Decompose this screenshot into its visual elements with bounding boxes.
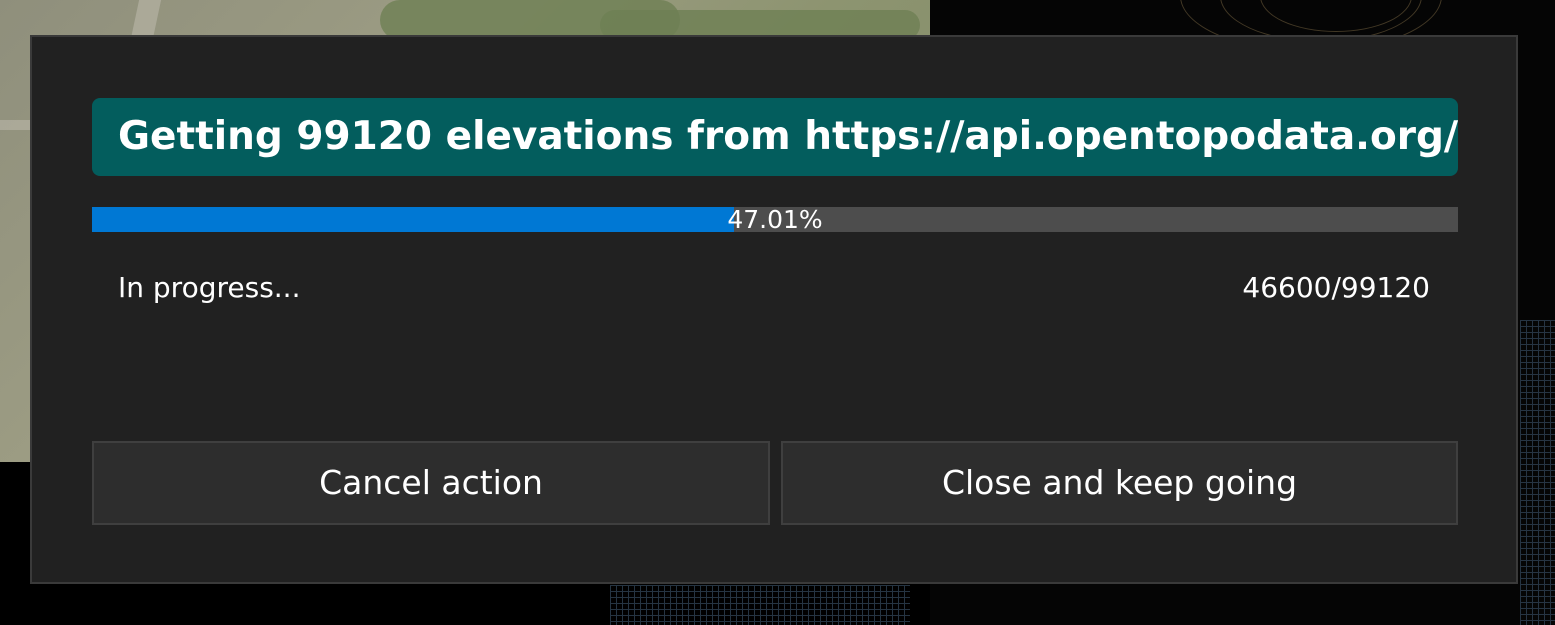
progress-count: 46600/99120	[1242, 271, 1430, 304]
progress-bar: 47.01%	[92, 207, 1458, 232]
progress-percent-label: 47.01%	[727, 205, 823, 234]
close-and-keep-going-button[interactable]: Close and keep going	[781, 441, 1458, 525]
dialog-title: Getting 99120 elevations from https://ap…	[92, 98, 1458, 176]
cancel-action-button[interactable]: Cancel action	[92, 441, 770, 525]
elevation-download-dialog: Getting 99120 elevations from https://ap…	[30, 35, 1518, 584]
status-text: In progress...	[118, 271, 301, 304]
